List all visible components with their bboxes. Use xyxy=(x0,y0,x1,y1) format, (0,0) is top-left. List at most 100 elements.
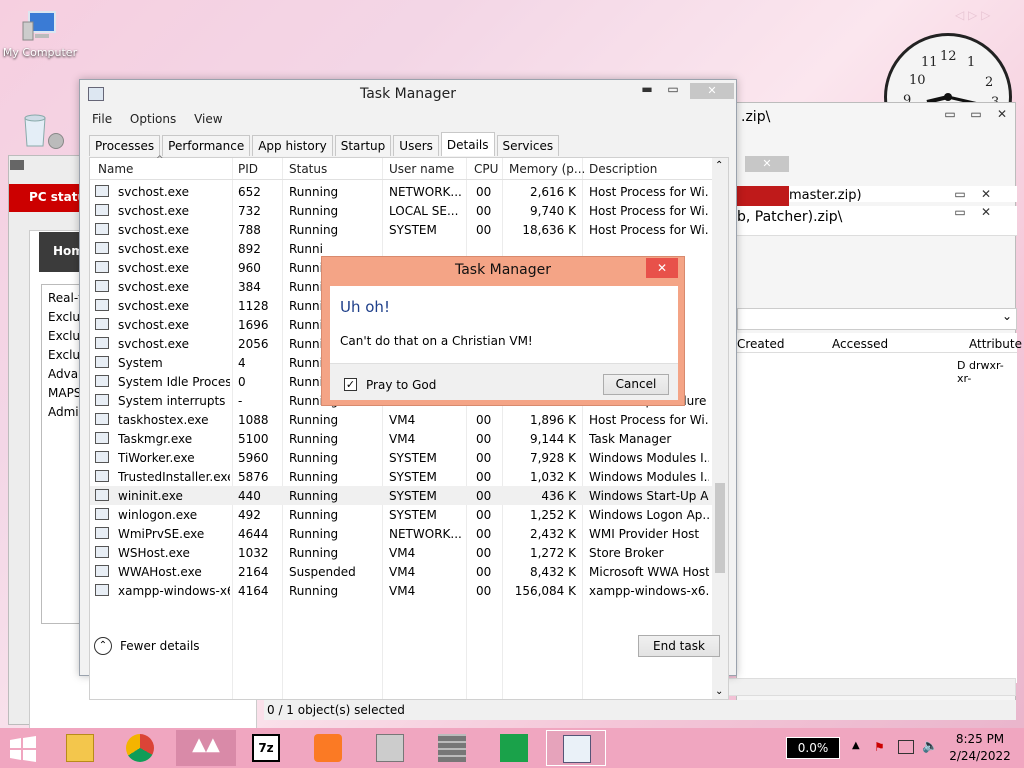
tab-services[interactable]: Services xyxy=(496,135,560,156)
clock-time[interactable]: 8:25 PM xyxy=(948,732,1012,746)
cell-user: VM4 xyxy=(389,413,416,427)
table-row[interactable]: TiWorker.exe 5960 Running SYSTEM 00 7,928 K Wi… xyxy=(90,448,712,467)
cell-user: SYSTEM xyxy=(389,508,437,522)
column-name[interactable]: Name xyxy=(98,162,133,176)
cpu-meter[interactable]: 0.0% xyxy=(786,737,840,759)
column-accessed[interactable]: Accessed xyxy=(832,337,888,351)
cell-status: Runni xyxy=(289,261,323,275)
table-row[interactable]: Taskmgr.exe 5100 Running VM4 00 9,144 K Task M… xyxy=(90,429,712,448)
column-pid[interactable]: PID xyxy=(238,162,258,176)
tab-users[interactable]: Users xyxy=(393,135,439,156)
scrollbar-thumb[interactable] xyxy=(715,483,725,573)
taskbar-app-store[interactable] xyxy=(484,730,544,766)
column-created[interactable]: Created xyxy=(737,337,785,351)
cell-pid: 732 xyxy=(238,204,261,218)
taskbar-app-file-explorer[interactable] xyxy=(50,730,110,766)
cell-cpu: 00 xyxy=(476,489,492,503)
table-row[interactable]: winlogon.exe 492 Running SYSTEM 00 1,252 K Win… xyxy=(90,505,712,524)
volume-mute-icon[interactable]: 🔈 xyxy=(922,739,938,754)
start-button[interactable] xyxy=(0,730,50,766)
taskbar-app-xampp[interactable] xyxy=(298,730,358,766)
cell-status: Running xyxy=(289,489,339,503)
tab-startup[interactable]: Startup xyxy=(334,135,392,156)
cell-mem: 436 K xyxy=(541,489,576,503)
process-icon xyxy=(95,356,109,368)
cell-cpu: 00 xyxy=(476,413,492,427)
column-description[interactable]: Description xyxy=(589,162,657,176)
cell-name: TrustedInstaller.exe xyxy=(118,470,230,484)
cell-name: svchost.exe xyxy=(118,242,189,256)
cell-pid: 440 xyxy=(238,489,261,503)
network-icon[interactable] xyxy=(898,740,914,754)
desktop-icon-my-computer[interactable]: My Computer xyxy=(2,8,78,59)
process-icon xyxy=(95,546,109,558)
window-controls[interactable]: ▭ ✕ xyxy=(947,187,999,201)
close-button[interactable]: ✕ xyxy=(745,156,789,172)
taskbar-app-chrome[interactable] xyxy=(110,730,170,766)
window-controls[interactable]: ▬ ▭ xyxy=(634,82,686,96)
clock-date[interactable]: 2/24/2022 xyxy=(948,749,1012,763)
taskbar-app-generic[interactable] xyxy=(360,730,420,766)
table-row[interactable]: xampp-windows-x64... 4164 Running VM4 00 156,… xyxy=(90,581,712,600)
table-row[interactable]: WSHost.exe 1032 Running VM4 00 1,272 K Store B… xyxy=(90,543,712,562)
tab-performance[interactable]: Performance xyxy=(162,135,251,156)
cell-name: svchost.exe xyxy=(118,223,189,237)
cell-user: NETWORK... xyxy=(389,185,462,199)
svg-text:11: 11 xyxy=(921,55,938,70)
minimize-button[interactable]: ▬ xyxy=(634,82,660,96)
table-row[interactable]: TrustedInstaller.exe 5876 Running SYSTEM 00 1… xyxy=(90,467,712,486)
column-memory[interactable]: Memory (p... xyxy=(509,162,585,176)
cell-desc: Windows Start-Up A... xyxy=(589,489,709,503)
file-list-header: Created Accessed Attribute xyxy=(737,333,1022,353)
desktop-icon-recycle-bin[interactable] xyxy=(16,112,52,150)
tab-app-history[interactable]: App history xyxy=(252,135,333,156)
menu-file[interactable]: File xyxy=(92,112,112,126)
table-row[interactable]: svchost.exe 788 Running SYSTEM 00 18,636 K Hos… xyxy=(90,220,712,239)
maximize-button[interactable]: ▭ xyxy=(660,82,686,96)
cell-desc: Microsoft WWA Host xyxy=(589,565,709,579)
column-status[interactable]: Status xyxy=(289,162,327,176)
cell-status: Runni xyxy=(289,356,323,370)
column-attribute[interactable]: Attribute xyxy=(969,337,1022,351)
vertical-scrollbar[interactable]: ⌃ ⌄ xyxy=(712,158,728,699)
table-row[interactable]: WWAHost.exe 2164 Suspended VM4 00 8,432 K Micr… xyxy=(90,562,712,581)
flag-icon[interactable]: ⚑ xyxy=(874,740,888,754)
table-row[interactable]: WmiPrvSE.exe 4644 Running NETWORK... 00 2,432… xyxy=(90,524,712,543)
menu-view[interactable]: View xyxy=(194,112,222,126)
scroll-up-icon[interactable]: ⌃ xyxy=(715,160,723,171)
cell-cpu: 00 xyxy=(476,565,492,579)
table-row[interactable]: wininit.exe 440 Running SYSTEM 00 436 K Window… xyxy=(90,486,712,505)
end-task-button[interactable]: End task xyxy=(638,635,720,657)
menu-options[interactable]: Options xyxy=(130,112,176,126)
column-user-name[interactable]: User name xyxy=(389,162,454,176)
table-row[interactable]: svchost.exe 732 Running LOCAL SE... 00 9,740 … xyxy=(90,201,712,220)
svg-text:12: 12 xyxy=(940,49,957,64)
taskbar-app-task-manager[interactable] xyxy=(546,730,606,766)
cell-name: svchost.exe xyxy=(118,185,189,199)
window-controls[interactable]: ▭ ▭ ✕ xyxy=(937,107,1015,121)
close-button[interactable]: ✕ xyxy=(690,83,734,99)
dialog-close-button[interactable]: ✕ xyxy=(646,258,678,278)
path-dropdown[interactable]: ⌄ xyxy=(737,308,1017,330)
tab-processes[interactable]: Processes xyxy=(89,135,161,156)
cell-name: svchost.exe xyxy=(118,337,189,351)
table-row[interactable]: taskhostex.exe 1088 Running VM4 00 1,896 K Hos… xyxy=(90,410,712,429)
fewer-details-link[interactable]: Fewer details xyxy=(120,639,200,653)
taskbar-app-visual-studio[interactable]: ▲▲ xyxy=(176,730,236,766)
cell-desc: Host Process for Wi... xyxy=(589,413,709,427)
collapse-icon[interactable]: ⌃ xyxy=(94,637,112,655)
taskbar-app-7zip[interactable]: 7z xyxy=(236,730,296,766)
pray-checkbox[interactable]: ✓ xyxy=(344,378,357,391)
tab-details[interactable]: Details xyxy=(440,132,495,156)
scroll-down-icon[interactable]: ⌄ xyxy=(715,686,723,697)
cancel-button[interactable]: Cancel xyxy=(603,374,669,395)
dialog-heading: Uh oh! xyxy=(340,298,390,316)
cell-mem: 156,084 K xyxy=(514,584,576,598)
window-controls[interactable]: ▭ ✕ xyxy=(947,205,999,219)
cell-user: SYSTEM xyxy=(389,489,437,503)
menu-bar: File Options View xyxy=(92,112,237,126)
column-cpu[interactable]: CPU xyxy=(474,162,498,176)
show-hidden-icons-icon[interactable]: ▲ xyxy=(852,740,860,751)
taskbar-app-firewall[interactable] xyxy=(422,730,482,766)
table-row[interactable]: svchost.exe 652 Running NETWORK... 00 2,616 K… xyxy=(90,182,712,201)
